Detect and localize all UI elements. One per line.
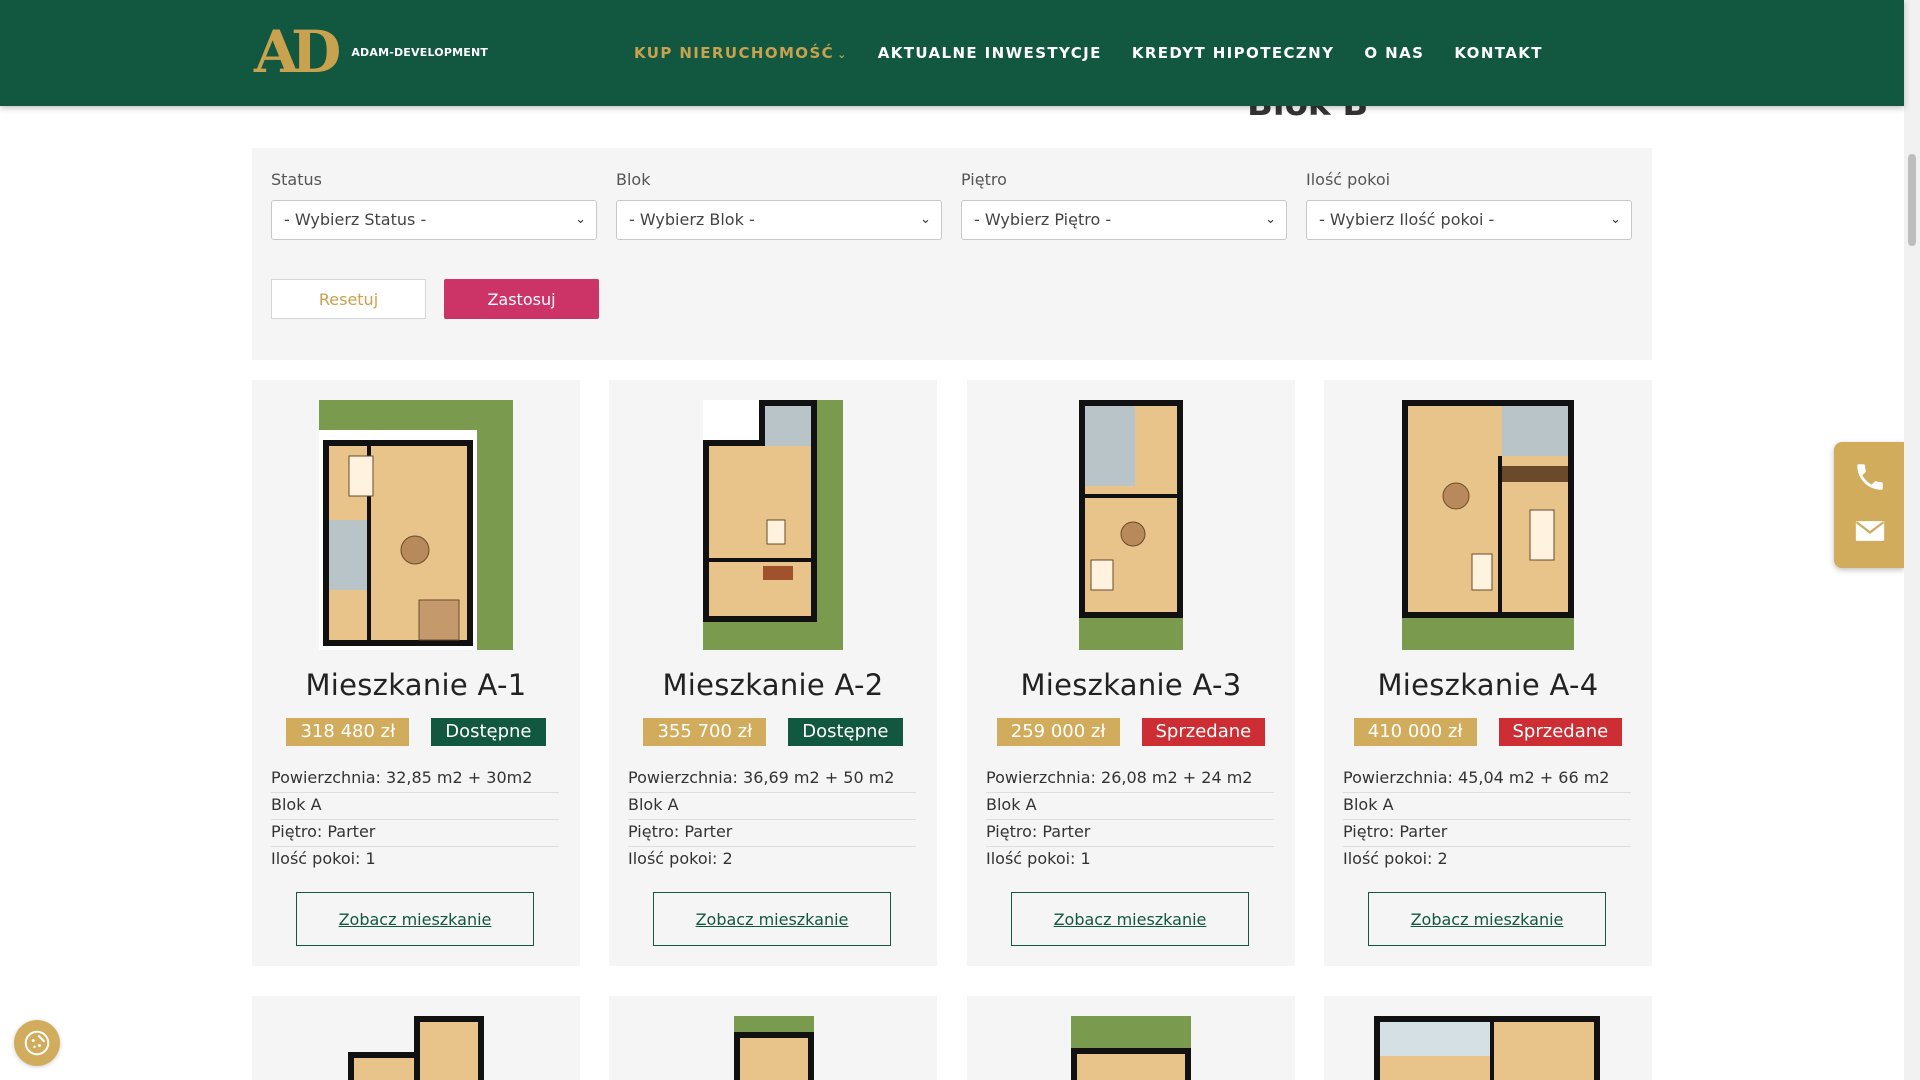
apartment-card: Mieszkanie A-2 355 700 zł Dostępne Powie… [609, 380, 937, 966]
apartment-card: Mieszkanie A-3 259 000 zł Sprzedane Powi… [967, 380, 1295, 966]
price-badge: 259 000 zł [996, 718, 1120, 746]
pietro-label: Piętro [961, 170, 1007, 189]
floor-plan-image [319, 400, 513, 650]
status-badge: Sprzedane [1498, 718, 1623, 746]
scrollbar-thumb[interactable] [1908, 154, 1916, 246]
spec-rooms: Ilość pokoi: 1 [271, 849, 376, 868]
apartment-title: Mieszkanie A-1 [305, 668, 527, 702]
blok-select[interactable]: - Wybierz Blok - ⌄ [616, 200, 942, 240]
apartment-card: Mieszkanie A-4 410 000 zł Sprzedane Powi… [1324, 380, 1652, 966]
price-badge: 318 480 zł [286, 718, 410, 746]
logo-text: ADAM-DEVELOPMENT [351, 45, 489, 59]
status-badge: Dostępne [431, 718, 546, 746]
apartment-title: Mieszkanie A-2 [662, 668, 884, 702]
pietro-select-value: - Wybierz Piętro - [974, 210, 1112, 229]
cookie-settings-button[interactable] [14, 1020, 60, 1066]
nav-kontakt[interactable]: KONTAKT [1454, 44, 1543, 62]
spec-area: Powierzchnia: 36,69 m2 + 50 m2 [628, 766, 916, 793]
blok-select-value: - Wybierz Blok - [629, 210, 755, 229]
mail-icon[interactable] [1853, 514, 1887, 548]
spec-area: Powierzchnia: 45,04 m2 + 66 m2 [1343, 766, 1631, 793]
pokoje-select[interactable]: - Wybierz Ilość pokoi - ⌄ [1306, 200, 1632, 240]
floor-plan-image [734, 1016, 814, 1080]
filter-panel: Status - Wybierz Status - ⌄ Blok - Wybier… [252, 148, 1652, 360]
spec-floor: Piętro: Parter [271, 820, 559, 847]
chevron-down-icon: ⌄ [1610, 212, 1621, 227]
view-apartment-button[interactable]: Zobacz mieszkanie [296, 892, 534, 946]
logo[interactable]: AD ADAM-DEVELOPMENT [254, 18, 489, 86]
cookie-settings-icon [24, 1030, 50, 1056]
reset-button[interactable]: Resetuj [271, 279, 426, 319]
nav-o-nas[interactable]: O NAS [1364, 44, 1424, 62]
nav-aktualne-inwestycje[interactable]: AKTUALNE INWESTYCJE [878, 44, 1102, 62]
phone-icon[interactable] [1853, 460, 1887, 494]
site-header: AD ADAM-DEVELOPMENT KUP NIERUCHOMOŚĆ ⌄ AK… [0, 0, 1904, 106]
view-apartment-button[interactable]: Zobacz mieszkanie [1011, 892, 1249, 946]
floor-plan-image [1402, 400, 1574, 650]
status-badge: Sprzedane [1141, 718, 1266, 746]
apartment-title: Mieszkanie A-4 [1377, 668, 1599, 702]
spec-rooms: Ilość pokoi: 2 [1343, 849, 1448, 868]
contact-sidebar [1834, 442, 1904, 568]
price-badge: 410 000 zł [1353, 718, 1477, 746]
spec-rooms: Ilość pokoi: 2 [628, 849, 733, 868]
spec-blok: Blok A [628, 793, 916, 820]
view-apartment-button[interactable]: Zobacz mieszkanie [1368, 892, 1606, 946]
blok-label: Blok [616, 170, 651, 189]
page-scrollbar[interactable] [1904, 0, 1920, 1080]
nav-kup-nieruchomosc[interactable]: KUP NIERUCHOMOŚĆ ⌄ [634, 44, 848, 62]
floor-plan-image [1079, 400, 1183, 650]
apartment-card-partial [252, 996, 580, 1080]
nav-kredyt-hipoteczny[interactable]: KREDYT HIPOTECZNY [1132, 44, 1335, 62]
apartment-title: Mieszkanie A-3 [1020, 668, 1242, 702]
floor-plan-image [1374, 1016, 1600, 1080]
spec-area: Powierzchnia: 32,85 m2 + 30m2 [271, 766, 559, 793]
floor-plan-image [1071, 1016, 1191, 1080]
price-badge: 355 700 zł [643, 718, 767, 746]
nav-label: KUP NIERUCHOMOŚĆ [634, 44, 835, 62]
status-select[interactable]: - Wybierz Status - ⌄ [271, 200, 597, 240]
pokoje-label: Ilość pokoi [1306, 170, 1391, 189]
pokoje-select-value: - Wybierz Ilość pokoi - [1319, 210, 1495, 229]
apartment-card-partial [967, 996, 1295, 1080]
chevron-down-icon: ⌄ [920, 212, 931, 227]
spec-blok: Blok A [1343, 793, 1631, 820]
spec-blok: Blok A [986, 793, 1274, 820]
status-select-value: - Wybierz Status - [284, 210, 427, 229]
spec-floor: Piętro: Parter [628, 820, 916, 847]
status-badge: Dostępne [788, 718, 903, 746]
apply-button[interactable]: Zastosuj [444, 279, 599, 319]
spec-area: Powierzchnia: 26,08 m2 + 24 m2 [986, 766, 1274, 793]
status-label: Status [271, 170, 322, 189]
floor-plan-image [348, 1016, 484, 1080]
apartment-card: Mieszkanie A-1 318 480 zł Dostępne Powie… [252, 380, 580, 966]
spec-rooms: Ilość pokoi: 1 [986, 849, 1091, 868]
chevron-down-icon: ⌄ [837, 48, 848, 61]
spec-floor: Piętro: Parter [1343, 820, 1631, 847]
view-apartment-button[interactable]: Zobacz mieszkanie [653, 892, 891, 946]
chevron-down-icon: ⌄ [575, 212, 586, 227]
logo-mark: AD [254, 18, 341, 86]
spec-floor: Piętro: Parter [986, 820, 1274, 847]
apartment-card-partial [1324, 996, 1652, 1080]
chevron-down-icon: ⌄ [1265, 212, 1276, 227]
pietro-select[interactable]: - Wybierz Piętro - ⌄ [961, 200, 1287, 240]
apartment-card-partial [609, 996, 937, 1080]
spec-blok: Blok A [271, 793, 559, 820]
main-nav: KUP NIERUCHOMOŚĆ ⌄ AKTUALNE INWESTYCJE KR… [634, 44, 1543, 62]
floor-plan-image [703, 400, 843, 650]
